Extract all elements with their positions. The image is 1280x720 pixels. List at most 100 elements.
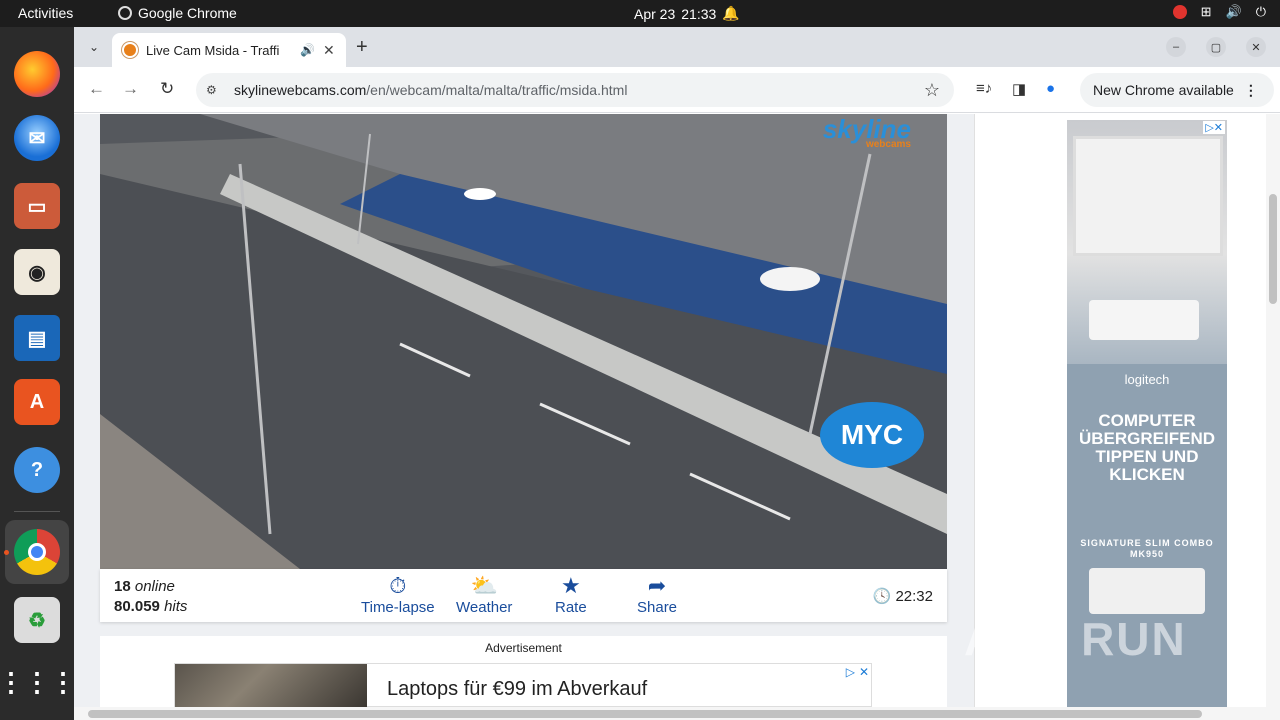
rate-label: Rate [555, 599, 587, 616]
site-info-icon[interactable]: ⚙ [206, 83, 224, 97]
hits-label: hits [164, 598, 188, 615]
files-icon[interactable]: ▭ [14, 183, 60, 229]
ad-choices-icon[interactable]: ▷✕ [1203, 121, 1225, 134]
tab-title: Live Cam Msida - Traffi [146, 42, 280, 58]
ad-close-icon[interactable]: ✕ [859, 665, 869, 679]
webcam-player[interactable]: skyline webcams MYC [100, 114, 947, 569]
online-label: online [134, 578, 175, 595]
vertical-scrollbar[interactable] [1266, 114, 1280, 707]
ad-choices[interactable]: ▷ ✕ [846, 665, 869, 679]
audio-playing-icon[interactable]: 🔊 [300, 43, 315, 57]
tab-close-icon[interactable]: ✕ [323, 42, 335, 59]
url-host: skylinewebcams.com [234, 82, 367, 98]
side-panel-icon[interactable]: ◨ [1012, 80, 1026, 98]
timelapse-button[interactable]: ⏱ Time-lapse [361, 573, 435, 616]
forward-button[interactable]: → [122, 79, 139, 99]
help-icon[interactable]: ? [14, 447, 60, 493]
update-chrome-label: New Chrome available [1093, 82, 1234, 98]
dock-separator [14, 511, 60, 512]
close-window-button[interactable]: ✕ [1246, 37, 1266, 57]
share-label: Share [637, 599, 678, 616]
libreoffice-writer-icon[interactable]: ▤ [14, 315, 60, 361]
monitor-image [1073, 136, 1223, 256]
address-bar[interactable]: ⚙ skylinewebcams.com/en/webcam/malta/mal… [196, 73, 954, 107]
back-button[interactable]: ← [88, 79, 105, 99]
hits-count: 80.059 [114, 598, 160, 615]
product-keyboard-image [1089, 568, 1205, 614]
webcam-info-bar: 18 online 80.059 hits ⏱ Time-lapse ⛅ Wea… [100, 569, 947, 622]
recording-icon [1172, 5, 1187, 19]
dock: ✉ ▭ ◉ ▤ A ? ♻ ⋮⋮⋮ [0, 27, 76, 720]
weather-icon: ⛅ [470, 573, 498, 598]
firefox-icon[interactable] [14, 51, 60, 97]
local-time-value: 22:32 [895, 588, 933, 605]
side-ad-product: SIGNATURE SLIM COMBO MK950 [1080, 538, 1214, 559]
minimize-button[interactable]: – [1166, 37, 1186, 57]
vertical-scroll-thumb[interactable] [1269, 194, 1277, 304]
bottom-advertisement: Advertisement Laptops für €99 im Abverka… [100, 636, 947, 707]
network-icon: ⊞ [1200, 4, 1212, 19]
volume-icon: 🔊 [1225, 4, 1242, 19]
reload-button[interactable]: ↻ [160, 79, 174, 99]
profile-icon[interactable]: ● [1046, 80, 1055, 97]
time-label: 21:33 [681, 5, 717, 22]
tab-active[interactable]: Live Cam Msida - Traffi 🔊 ✕ [112, 33, 346, 67]
chrome-small-icon [118, 6, 132, 20]
trash-icon[interactable]: ♻ [14, 597, 60, 643]
share-button[interactable]: ➦ Share [637, 573, 677, 616]
weather-label: Weather [456, 599, 513, 616]
app-center-icon[interactable]: A [14, 379, 60, 425]
system-top-bar: Activities Google Chrome Apr 23 21:33 🔔 … [0, 0, 1280, 27]
keyboard-image [1089, 300, 1199, 340]
side-ad-headline: COMPUTER ÜBERGREIFEND TIPPEN UND KLICKEN [1078, 411, 1215, 484]
bell-icon: 🔔 [722, 5, 740, 21]
browser-toolbar: ← → ↻ ⚙ skylinewebcams.com/en/webcam/mal… [74, 67, 1280, 113]
laptop-ad-image [175, 664, 367, 707]
power-icon: ⏻ [1255, 4, 1266, 19]
date-label: Apr 23 [634, 5, 676, 22]
rate-button[interactable]: ★ Rate [555, 573, 587, 616]
side-ad-brand: logitech [1124, 372, 1170, 387]
online-count: 18 [114, 578, 131, 595]
tab-search-button[interactable]: ⌄ [82, 35, 106, 59]
share-icon: ➦ [647, 573, 667, 598]
local-time: 🕓 22:32 [873, 587, 933, 605]
star-icon: ★ [560, 573, 581, 598]
app-menu[interactable]: Google Chrome [118, 5, 237, 21]
webcam-stats: 18 online 80.059 hits [114, 577, 187, 617]
dock-running-indicator [4, 550, 9, 555]
watermark: ANY RUN [964, 613, 1187, 665]
bookmark-star-icon[interactable]: ☆ [924, 80, 940, 101]
url-path: /en/webcam/malta/malta/traffic/msida.htm… [366, 82, 628, 98]
tab-strip: ⌄ Live Cam Msida - Traffi 🔊 ✕ + – ▢ ✕ [74, 27, 1280, 67]
media-controls-icon[interactable]: ≡♪ [976, 80, 992, 97]
desk-photo [1067, 120, 1227, 364]
timelapse-label: Time-lapse [361, 599, 435, 616]
show-apps-icon[interactable]: ⋮⋮⋮ [0, 659, 76, 705]
kebab-menu-icon[interactable]: ⋮ [1244, 82, 1258, 99]
ad-play-icon: ▷ [845, 665, 855, 679]
thunderbird-icon[interactable]: ✉ [14, 115, 60, 161]
chevron-down-icon: ⌄ [88, 40, 100, 54]
app-menu-label: Google Chrome [138, 5, 237, 21]
laptop-ad-banner[interactable]: Laptops für €99 im Abverkauf ▷ ✕ [174, 663, 872, 707]
timelapse-icon: ⏱ [389, 573, 407, 598]
chrome-icon[interactable] [14, 529, 60, 575]
activities-button[interactable]: Activities [18, 5, 73, 21]
horizontal-scroll-thumb[interactable] [88, 710, 1202, 718]
update-chrome-button[interactable]: New Chrome available ⋮ [1080, 73, 1274, 107]
horizontal-scrollbar[interactable] [74, 707, 1280, 720]
skyline-logo: skyline webcams [823, 114, 911, 150]
system-tray[interactable]: ⊞ 🔊 ⏻ [1172, 4, 1266, 20]
sponsor-logo: MYC [820, 402, 924, 468]
webcam-frame [100, 114, 947, 569]
weather-button[interactable]: ⛅ Weather [456, 573, 512, 616]
favicon-icon [122, 42, 138, 58]
clock-icon: 🕓 [872, 588, 892, 605]
maximize-button[interactable]: ▢ [1206, 37, 1226, 57]
clock[interactable]: Apr 23 21:33 🔔 [634, 5, 740, 22]
advertisement-label: Advertisement [485, 641, 562, 655]
laptop-ad-text: Laptops für €99 im Abverkauf [387, 678, 648, 700]
rhythmbox-icon[interactable]: ◉ [14, 249, 60, 295]
new-tab-button[interactable]: + [356, 36, 368, 59]
